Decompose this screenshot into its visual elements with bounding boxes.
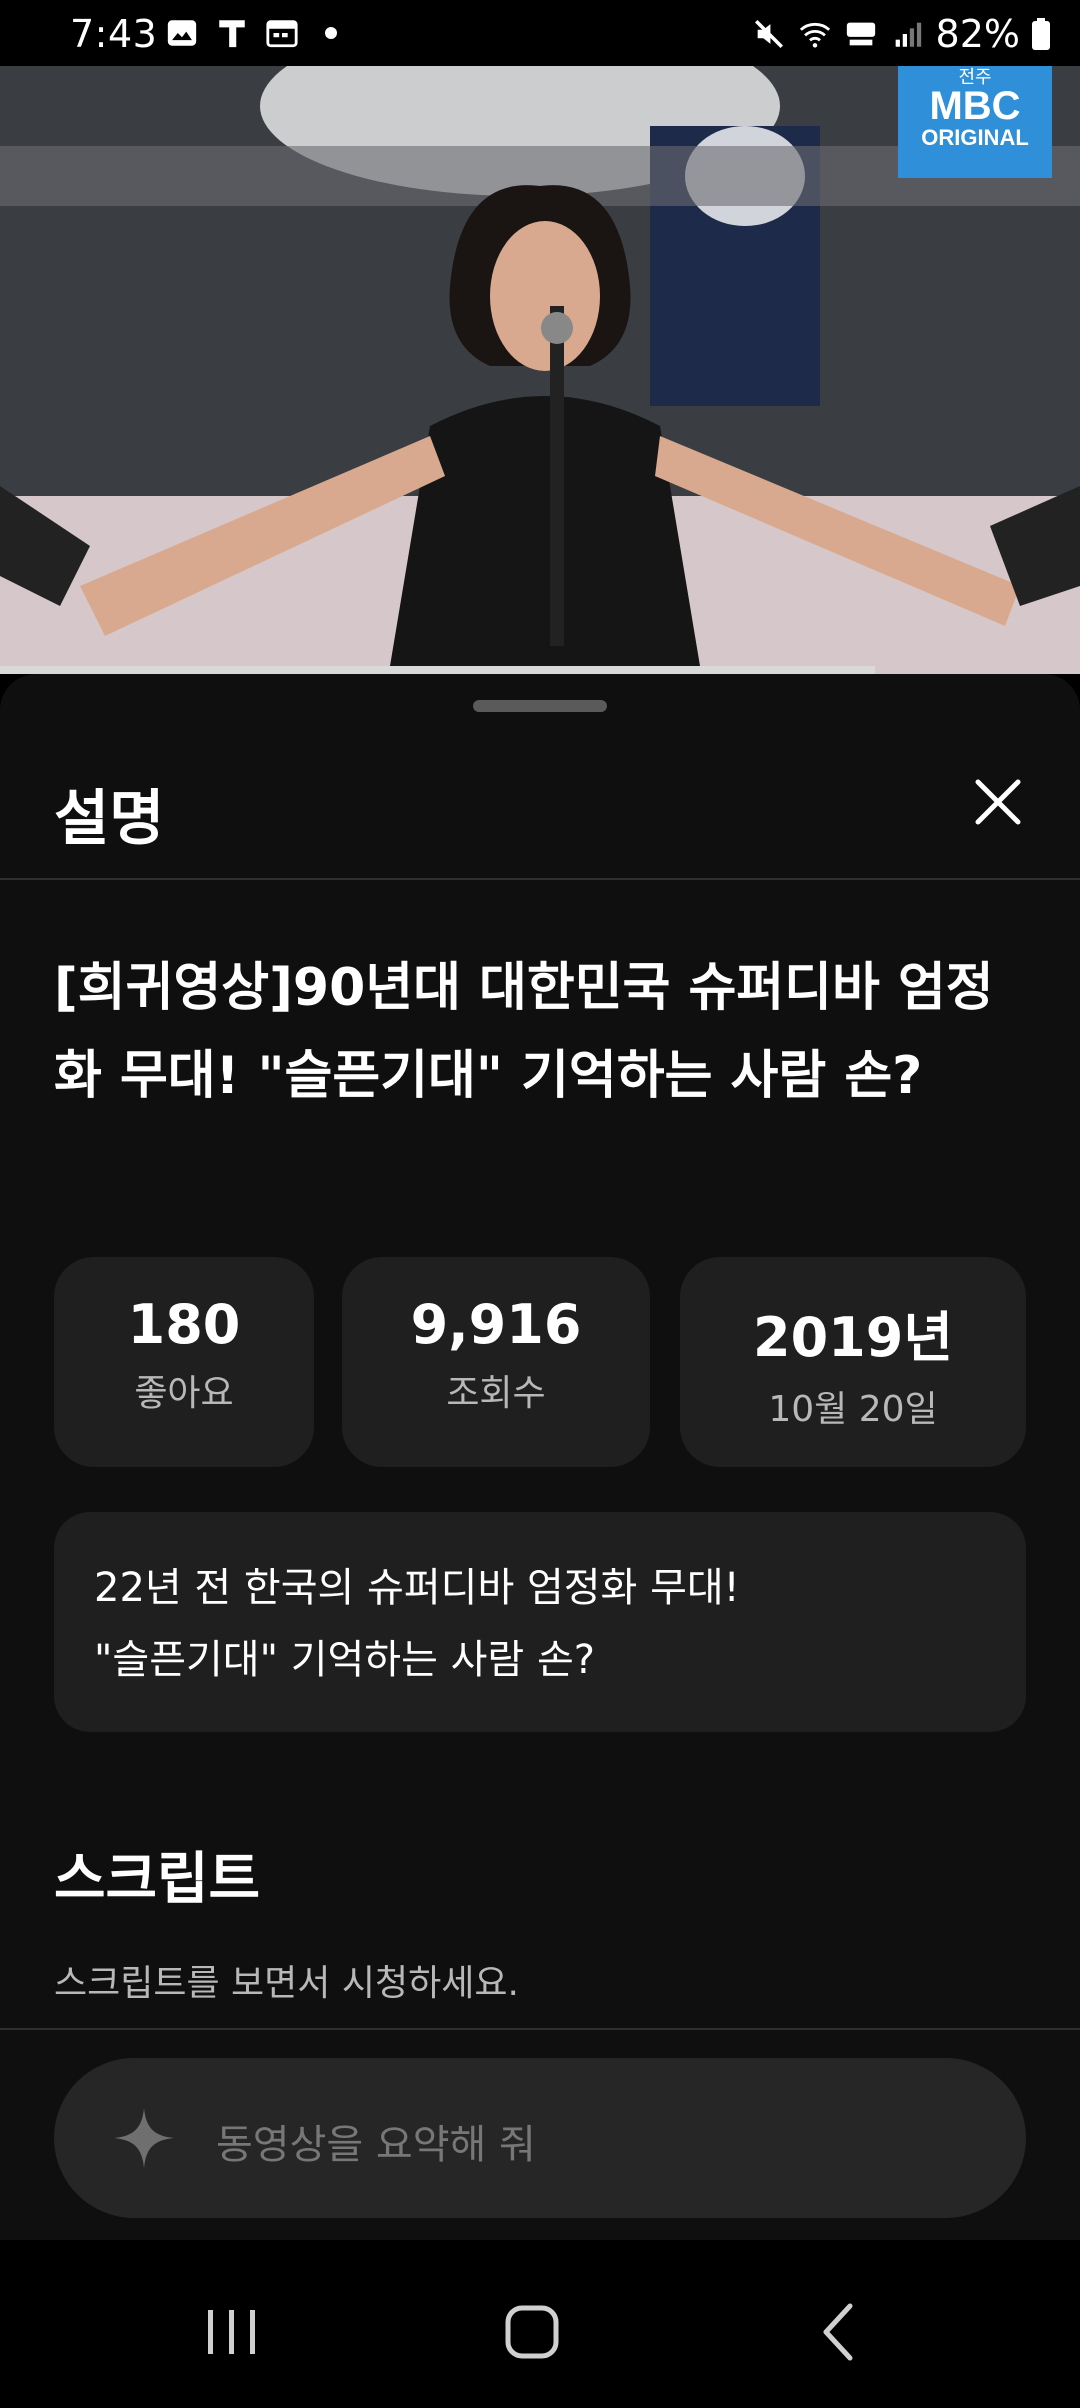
channel-logo: 전주 MBC ORIGINAL: [898, 66, 1052, 178]
video-player[interactable]: 전주 MBC ORIGINAL: [0, 66, 1080, 674]
views-stat: 9,916 조회수: [342, 1257, 650, 1467]
script-heading: 스크립트: [54, 1847, 261, 1912]
channel-logo-sub: ORIGINAL: [921, 125, 1029, 150]
likes-count: 180: [127, 1293, 241, 1356]
wifi-icon: [799, 22, 830, 48]
likes-stat: 180 좋아요: [54, 1257, 314, 1467]
summarize-prompt-input[interactable]: 동영상을 요약해 줘: [54, 2058, 1026, 2218]
sparkle-icon: [114, 2108, 174, 2168]
sheet-drag-handle[interactable]: [473, 700, 607, 712]
views-count: 9,916: [410, 1293, 582, 1356]
battery-icon: [1032, 18, 1050, 50]
description-box[interactable]: 22년 전 한국의 슈퍼디바 엄정화 무대! "슬픈기대" 기억하는 사람 손?: [54, 1512, 1026, 1732]
description-text: 22년 전 한국의 슈퍼디바 엄정화 무대! "슬픈기대" 기억하는 사람 손?: [94, 1565, 740, 1683]
description-sheet: 설명 [희귀영상]90년대 대한민국 슈퍼디바 엄정화 무대! "슬픈기대" 기…: [0, 674, 1080, 2408]
upload-year: 2019년: [753, 1306, 953, 1369]
signal-icon: [895, 22, 921, 47]
video-progress-bar[interactable]: [0, 666, 875, 674]
calendar-icon: [266, 20, 298, 48]
upload-date: 10월 20일: [768, 1389, 938, 1430]
sheet-title: 설명: [54, 784, 165, 854]
status-time: 7:43: [70, 12, 158, 56]
navigation-bar: [0, 2240, 1080, 2408]
status-bar: 7:43 82%: [0, 0, 1080, 66]
header-divider: [0, 878, 1080, 880]
script-subtitle: 스크립트를 보면서 시청하세요.: [54, 1963, 519, 2004]
summarize-prompt-placeholder: 동영상을 요약해 줘: [216, 2122, 536, 2168]
recents-icon[interactable]: [192, 2292, 272, 2372]
channel-logo-region: 전주: [958, 67, 992, 87]
script-divider: [0, 2028, 1080, 2030]
mute-icon: [754, 19, 783, 49]
video-title: [희귀영상]90년대 대한민국 슈퍼디바 엄정화 무대! "슬픈기대" 기억하는…: [54, 958, 994, 1106]
channel-logo-name: MBC: [929, 84, 1021, 128]
upload-date-stat: 2019년 10월 20일: [680, 1257, 1026, 1467]
t-app-icon: [219, 20, 245, 48]
more-notifications-dot: [325, 27, 337, 39]
home-icon[interactable]: [492, 2292, 572, 2372]
likes-label: 좋아요: [134, 1373, 234, 1414]
back-icon[interactable]: [800, 2292, 880, 2372]
hd-voice-icon: [846, 22, 875, 46]
battery-percent: 82%: [935, 12, 1020, 56]
gallery-icon: [167, 20, 197, 46]
system-icons: 82%: [752, 12, 1050, 56]
notification-icons: [165, 16, 337, 50]
close-icon[interactable]: [966, 770, 1030, 834]
views-label: 조회수: [446, 1373, 546, 1414]
